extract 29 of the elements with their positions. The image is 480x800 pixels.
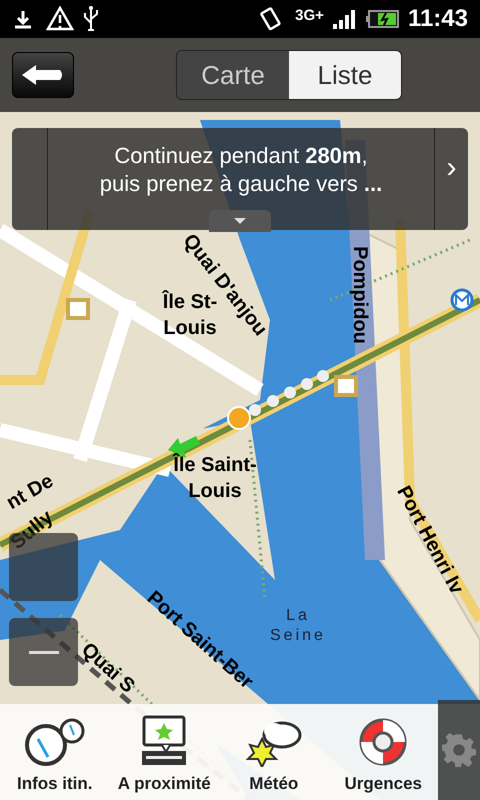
warning-icon: [46, 6, 74, 32]
toolbar-item[interactable]: A proximité: [110, 704, 219, 800]
download-icon: [12, 8, 34, 30]
clock: 11:43: [408, 4, 468, 34]
next-instruction-button[interactable]: ›: [434, 128, 468, 230]
caret-icon: [234, 218, 246, 224]
signal-icon: [332, 8, 358, 30]
toolbar-item[interactable]: Infos itin.: [0, 704, 110, 800]
settings-button[interactable]: [438, 700, 480, 800]
battery-icon: [366, 9, 400, 29]
toolbar-item[interactable]: Urgences: [328, 704, 438, 800]
metro-icon: [450, 288, 474, 312]
street-label: Pompidou: [348, 246, 372, 344]
expand-button[interactable]: [209, 210, 271, 232]
back-arrow-icon: [22, 65, 64, 85]
minus-icon: [28, 650, 58, 654]
usb-icon: [82, 5, 100, 33]
zoom-out-button[interactable]: [9, 618, 78, 686]
view-tab[interactable]: Liste: [289, 51, 401, 99]
water-label: La Seine: [270, 606, 326, 646]
gauge-icon: [24, 716, 86, 766]
back-button[interactable]: [12, 52, 74, 98]
toolbar-item[interactable]: Météo: [219, 704, 328, 800]
settings-icon: [442, 733, 476, 767]
street-label: Île St- Louis: [162, 290, 218, 341]
lifebuoy-icon: [358, 716, 408, 766]
instruction-text: Continuez pendant 280m, puis prenez à gauche vers ...: [98, 142, 384, 198]
street-label: Île Saint- Louis: [173, 452, 257, 504]
network-type: 3G+: [295, 8, 324, 22]
